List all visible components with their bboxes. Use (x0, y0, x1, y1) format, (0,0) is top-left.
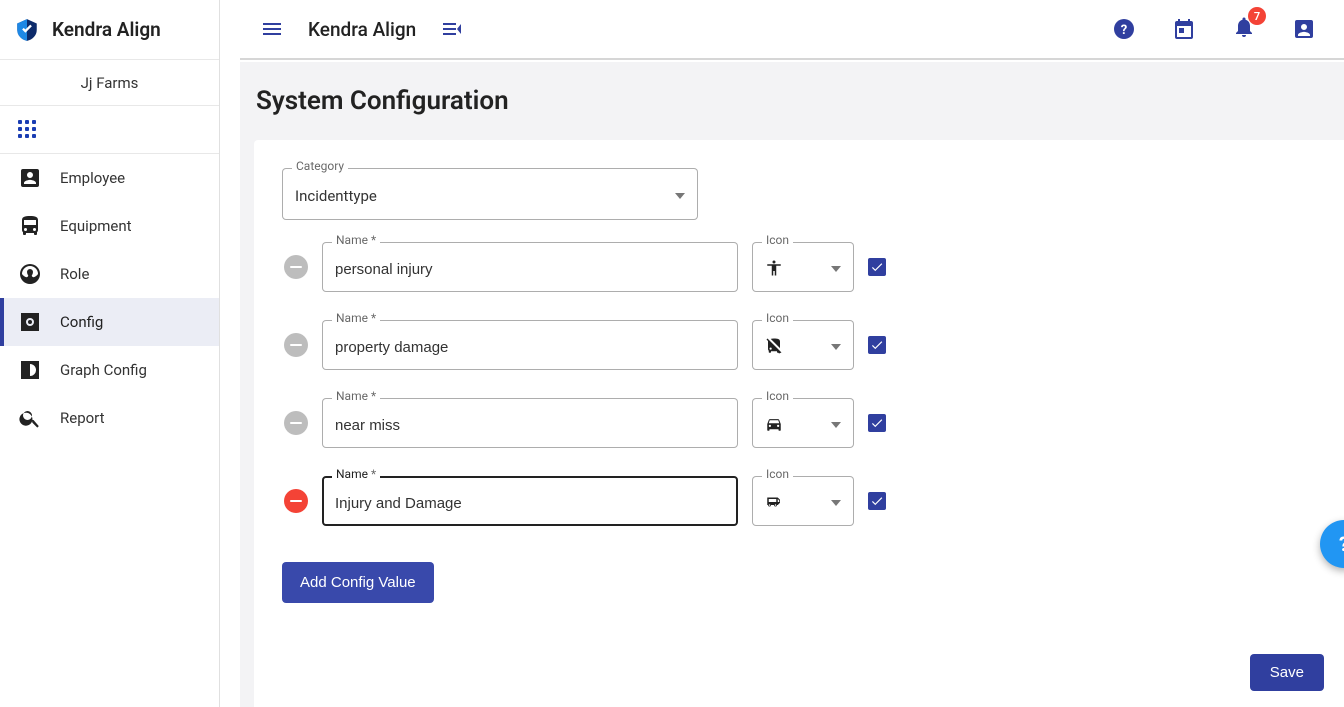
save-button[interactable]: Save (1250, 654, 1324, 691)
brand-row: Kendra Align (0, 0, 219, 60)
org-name[interactable]: Jj Farms (0, 60, 219, 106)
name-input[interactable] (322, 320, 738, 370)
enabled-checkbox[interactable] (868, 336, 886, 354)
menu-icon[interactable] (260, 17, 284, 41)
apps-icon (18, 120, 38, 140)
sidebar-item-report[interactable]: Report (0, 394, 219, 442)
config-panel: Incidenttype Category Name * Icon Name * Ic… (254, 140, 1344, 707)
add-config-value-button[interactable]: Add Config Value (282, 562, 434, 603)
help-fab-label: ? (1339, 532, 1344, 556)
shuttle-icon (765, 493, 785, 513)
config-row: Name * Icon (282, 398, 1316, 448)
remove-row-button[interactable] (284, 489, 308, 513)
name-label: Name * (332, 389, 380, 403)
remove-row-button[interactable] (284, 411, 308, 435)
sidebar-item-config[interactable]: Config (0, 298, 219, 346)
icon-field[interactable]: Icon (752, 242, 854, 292)
name-label: Name * (332, 233, 380, 247)
sidebar-item-label: Config (60, 313, 103, 331)
sidebar-item-employee[interactable]: Employee (0, 154, 219, 202)
name-input[interactable] (322, 398, 738, 448)
search-icon (18, 406, 42, 430)
config-row: Name * Icon (282, 242, 1316, 292)
category-value: Incidenttype (295, 187, 377, 205)
account-icon[interactable] (1292, 17, 1316, 41)
minus-icon (290, 500, 302, 503)
accessibility-icon (765, 259, 785, 279)
sidebar-item-label: Employee (60, 169, 125, 187)
minus-icon (290, 422, 302, 425)
icon-field[interactable]: Icon (752, 398, 854, 448)
icon-field[interactable]: Icon (752, 476, 854, 526)
name-label: Name * (332, 467, 380, 481)
name-input[interactable] (322, 476, 738, 526)
sidebar-item-label: Equipment (60, 217, 132, 235)
sidebar-item-role[interactable]: Role (0, 250, 219, 298)
topbar-title: Kendra Align (308, 18, 416, 41)
minus-icon (290, 344, 302, 347)
subheader: System Configuration (240, 62, 1344, 140)
category-field[interactable]: Incidenttype Category (282, 168, 698, 220)
config-row: Name * Icon (282, 320, 1316, 370)
contrast-box-icon (18, 358, 42, 382)
name-field[interactable]: Name * (322, 242, 738, 292)
topbar: Kendra Align ? 7 (240, 0, 1344, 60)
settings-apps-icon (18, 310, 42, 334)
icon-label: Icon (762, 233, 793, 247)
chevron-down-icon (831, 422, 841, 428)
sidebar-item-label: Role (60, 265, 89, 283)
icon-label: Icon (762, 311, 793, 325)
chevron-down-icon (675, 193, 685, 199)
brand-title: Kendra Align (52, 18, 161, 41)
chevron-down-icon (831, 500, 841, 506)
chevron-down-icon (831, 266, 841, 272)
account-box-icon (18, 166, 42, 190)
collapse-menu-icon[interactable] (440, 17, 464, 41)
name-label: Name * (332, 311, 380, 325)
name-field[interactable]: Name * (322, 398, 738, 448)
sidebar-item-equipment[interactable]: Equipment (0, 202, 219, 250)
no_transfer-icon (765, 337, 785, 357)
apps-launcher[interactable] (0, 106, 219, 154)
svg-text:?: ? (1121, 23, 1127, 38)
minus-icon (290, 266, 302, 269)
remove-row-button[interactable] (284, 255, 308, 279)
remove-row-button[interactable] (284, 333, 308, 357)
sidebar: Kendra Align Jj Farms Employee Equipment… (0, 0, 220, 707)
sidebar-item-graph-config[interactable]: Graph Config (0, 346, 219, 394)
config-row: Name * Icon (282, 476, 1316, 526)
help-icon[interactable]: ? (1112, 17, 1136, 41)
enabled-checkbox[interactable] (868, 492, 886, 510)
notifications-button[interactable]: 7 (1232, 15, 1256, 43)
notification-badge: 7 (1248, 7, 1266, 25)
icon-label: Icon (762, 389, 793, 403)
chevron-down-icon (831, 344, 841, 350)
brand-logo-icon (14, 17, 40, 43)
icon-label: Icon (762, 467, 793, 481)
name-field[interactable]: Name * (322, 476, 738, 526)
category-label: Category (292, 159, 348, 173)
icon-field[interactable]: Icon (752, 320, 854, 370)
supervised-circle-icon (18, 262, 42, 286)
bus-icon (18, 214, 42, 238)
config-rows: Name * Icon Name * Icon Name * Icon Name * Icon (282, 242, 1316, 526)
sidebar-item-label: Graph Config (60, 361, 147, 379)
car-icon (765, 415, 785, 435)
name-field[interactable]: Name * (322, 320, 738, 370)
sidebar-item-label: Report (60, 409, 105, 427)
enabled-checkbox[interactable] (868, 258, 886, 276)
page-title: System Configuration (256, 86, 509, 116)
name-input[interactable] (322, 242, 738, 292)
calendar-icon[interactable] (1172, 17, 1196, 41)
enabled-checkbox[interactable] (868, 414, 886, 432)
